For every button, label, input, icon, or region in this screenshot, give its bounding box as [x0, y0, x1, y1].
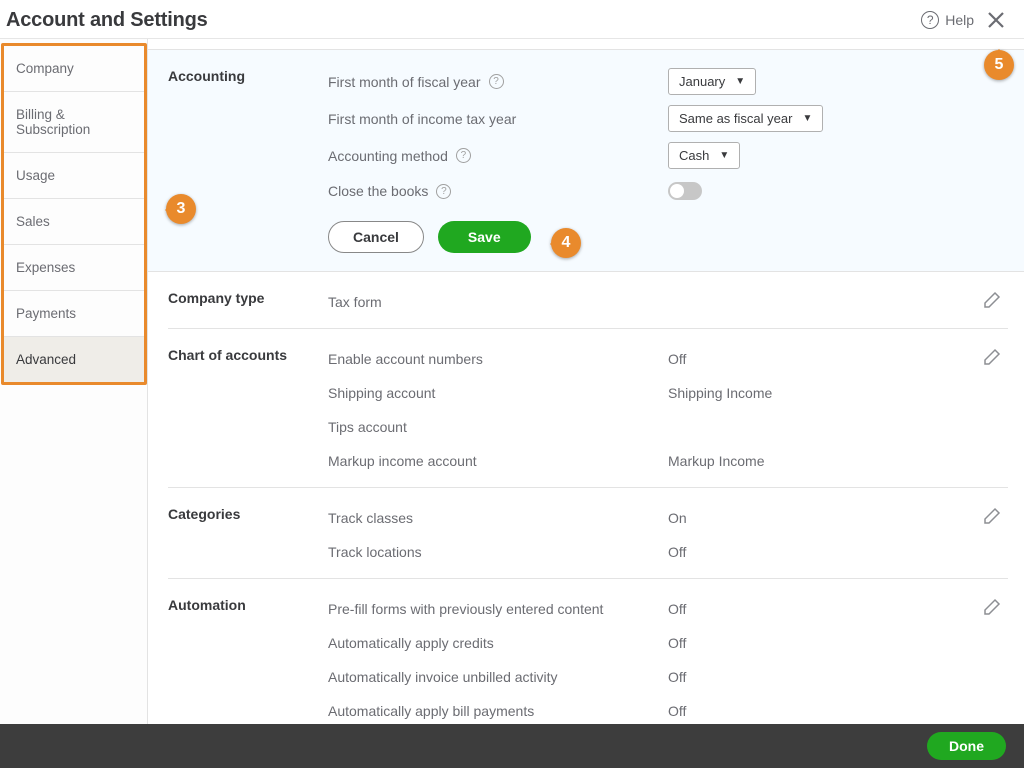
help-label: Help [945, 12, 974, 28]
close-button[interactable] [982, 6, 1010, 34]
sidebar: Company Billing & Subscription Usage Sal… [0, 39, 148, 727]
section-accounting: Accounting First month of fiscal year ? … [148, 49, 1024, 272]
sidebar-item-billing[interactable]: Billing & Subscription [4, 92, 144, 153]
edit-button[interactable] [982, 506, 1002, 526]
section-title: Company type [168, 290, 328, 314]
chevron-down-icon: ▼ [719, 150, 729, 161]
auto-credits-value: Off [668, 635, 686, 651]
section-automation[interactable]: Automation Pre-fill forms with previousl… [168, 579, 1008, 727]
accounting-method-select[interactable]: Cash▼ [668, 142, 740, 169]
help-icon[interactable]: ? [436, 184, 451, 199]
prefill-label: Pre-fill forms with previously entered c… [328, 601, 668, 617]
section-title: Accounting [168, 68, 328, 253]
callout-4: 4 [551, 228, 581, 258]
cancel-button[interactable]: Cancel [328, 221, 424, 253]
section-company-type[interactable]: Company type Tax form [168, 272, 1008, 329]
sidebar-item-expenses[interactable]: Expenses [4, 245, 144, 291]
header: Account and Settings ? Help [0, 0, 1024, 39]
sidebar-item-company[interactable]: Company [4, 46, 144, 92]
chevron-down-icon: ▼ [802, 113, 812, 124]
section-title: Categories [168, 506, 328, 564]
close-books-label: Close the books ? [328, 183, 668, 199]
page-title: Account and Settings [6, 9, 208, 32]
help-icon: ? [921, 11, 939, 29]
section-categories[interactable]: Categories Track classes On Track locati… [168, 488, 1008, 579]
pencil-icon [982, 597, 1002, 617]
enable-acct-numbers-value: Off [668, 351, 686, 367]
edit-button[interactable] [982, 290, 1002, 310]
fiscal-year-select[interactable]: January▼ [668, 68, 756, 95]
help-icon[interactable]: ? [489, 74, 504, 89]
auto-invoice-label: Automatically invoice unbilled activity [328, 669, 668, 685]
accounting-method-label: Accounting method ? [328, 148, 668, 164]
tips-account-label: Tips account [328, 419, 668, 435]
main-content: Accounting First month of fiscal year ? … [148, 39, 1024, 727]
income-tax-year-label: First month of income tax year [328, 111, 668, 127]
track-classes-value: On [668, 510, 687, 526]
footer-bar: Done [0, 724, 1024, 768]
sidebar-item-usage[interactable]: Usage [4, 153, 144, 199]
done-button[interactable]: Done [927, 732, 1006, 760]
markup-account-value: Markup Income [668, 453, 764, 469]
shipping-account-value: Shipping Income [668, 385, 772, 401]
section-chart-of-accounts[interactable]: Chart of accounts Enable account numbers… [168, 329, 1008, 488]
shipping-account-label: Shipping account [328, 385, 668, 401]
edit-button[interactable] [982, 347, 1002, 367]
enable-acct-numbers-label: Enable account numbers [328, 351, 668, 367]
income-tax-year-select[interactable]: Same as fiscal year▼ [668, 105, 823, 132]
auto-invoice-value: Off [668, 669, 686, 685]
sidebar-item-payments[interactable]: Payments [4, 291, 144, 337]
close-books-toggle[interactable] [668, 182, 702, 200]
markup-account-label: Markup income account [328, 453, 668, 469]
close-icon [986, 10, 1006, 30]
prefill-value: Off [668, 601, 686, 617]
pencil-icon [982, 506, 1002, 526]
help-icon[interactable]: ? [456, 148, 471, 163]
section-title: Automation [168, 597, 328, 723]
track-classes-label: Track classes [328, 510, 668, 526]
edit-button[interactable] [982, 597, 1002, 617]
sidebar-item-advanced[interactable]: Advanced [4, 337, 144, 382]
sidebar-item-sales[interactable]: Sales [4, 199, 144, 245]
auto-credits-label: Automatically apply credits [328, 635, 668, 651]
help-link[interactable]: ? Help [921, 11, 974, 29]
callout-5: 5 [984, 50, 1014, 80]
chevron-down-icon: ▼ [735, 76, 745, 87]
pencil-icon [982, 290, 1002, 310]
tax-form-label: Tax form [328, 294, 668, 310]
auto-bill-value: Off [668, 703, 686, 719]
pencil-icon [982, 347, 1002, 367]
callout-3: 3 [166, 194, 196, 224]
fiscal-year-label: First month of fiscal year ? [328, 74, 668, 90]
save-button[interactable]: Save [438, 221, 531, 253]
track-locations-label: Track locations [328, 544, 668, 560]
track-locations-value: Off [668, 544, 686, 560]
section-title: Chart of accounts [168, 347, 328, 473]
auto-bill-label: Automatically apply bill payments [328, 703, 668, 719]
